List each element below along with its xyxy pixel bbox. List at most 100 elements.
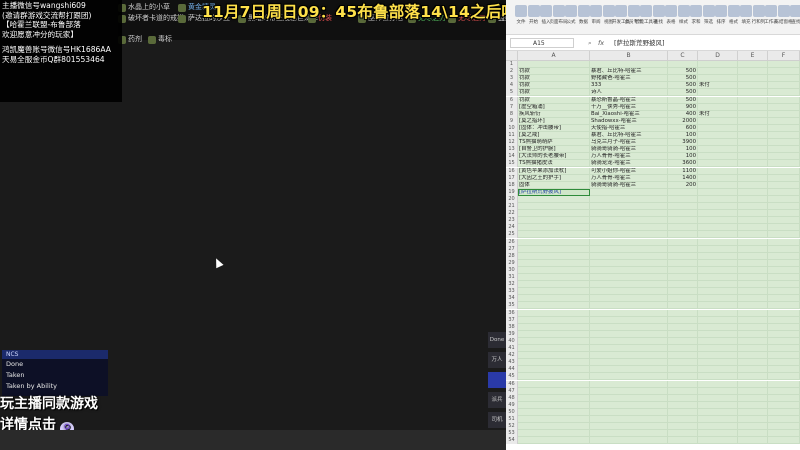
cell[interactable]	[698, 373, 738, 381]
cell[interactable]	[698, 217, 738, 225]
cell[interactable]: [萨拉斯荒野披风]	[518, 188, 590, 196]
cell[interactable]	[698, 359, 738, 367]
row-number[interactable]: 25	[506, 231, 518, 239]
cell[interactable]: 骑骑哥骑骑-哈霍兰	[590, 146, 668, 154]
cell[interactable]	[698, 68, 738, 76]
cell[interactable]	[590, 217, 668, 225]
cell[interactable]	[590, 295, 668, 303]
cell[interactable]	[698, 252, 738, 260]
cell[interactable]: 3900	[668, 139, 698, 147]
row-number[interactable]: 27	[506, 245, 518, 253]
side-button[interactable]: Done	[488, 332, 506, 348]
cell[interactable]: 333	[590, 82, 668, 90]
cell[interactable]	[590, 387, 668, 395]
cell[interactable]	[738, 288, 768, 296]
cell[interactable]	[518, 401, 590, 409]
row-number[interactable]: 34	[506, 295, 518, 303]
row-number[interactable]: 15	[506, 160, 518, 168]
row-number[interactable]: 1	[506, 61, 518, 69]
cell[interactable]	[738, 203, 768, 211]
cell[interactable]	[590, 359, 668, 367]
cell[interactable]	[590, 288, 668, 296]
cell[interactable]	[668, 337, 698, 345]
cell[interactable]	[668, 330, 698, 338]
cell[interactable]	[768, 266, 800, 274]
cell[interactable]	[668, 288, 698, 296]
row-number[interactable]: 23	[506, 217, 518, 225]
cell[interactable]: TS熊猫猪皮法	[518, 160, 590, 168]
cell[interactable]	[590, 401, 668, 409]
cell[interactable]	[518, 210, 590, 218]
cell[interactable]	[668, 266, 698, 274]
cell[interactable]: 1100	[668, 167, 698, 175]
cell[interactable]	[738, 423, 768, 431]
cell[interactable]	[668, 345, 698, 353]
quest-item[interactable]: Taken	[2, 370, 108, 381]
cell[interactable]	[698, 146, 738, 154]
row-number[interactable]: 54	[506, 437, 518, 445]
cell[interactable]	[518, 61, 590, 69]
cell[interactable]: 500	[668, 96, 698, 104]
cell[interactable]	[738, 153, 768, 161]
cell[interactable]	[668, 423, 698, 431]
cell[interactable]	[698, 231, 738, 239]
cell[interactable]	[518, 281, 590, 289]
cell[interactable]	[518, 274, 590, 282]
cell[interactable]: 未付	[698, 110, 738, 118]
row-number[interactable]: 47	[506, 387, 518, 395]
cell[interactable]: 500	[668, 82, 698, 90]
cell[interactable]: [自警卫的护腕]	[518, 146, 590, 154]
cell[interactable]: [固体：冲击腰带]	[518, 124, 590, 132]
cell[interactable]	[698, 394, 738, 402]
cell[interactable]	[738, 188, 768, 196]
cell[interactable]	[698, 345, 738, 353]
cell[interactable]: TS熊猫萌萌萨	[518, 139, 590, 147]
cell[interactable]	[668, 238, 698, 246]
cell[interactable]	[668, 380, 698, 388]
cell[interactable]	[768, 394, 800, 402]
cell[interactable]	[668, 245, 698, 253]
row-number[interactable]: 5	[506, 89, 518, 97]
cell[interactable]: [莫之戒]	[518, 132, 590, 140]
cell[interactable]	[698, 408, 738, 416]
cell[interactable]	[698, 352, 738, 360]
cell[interactable]	[518, 231, 590, 239]
cell[interactable]	[738, 146, 768, 154]
cell[interactable]	[698, 366, 738, 374]
cell[interactable]: 罚款	[518, 96, 590, 104]
cell[interactable]	[738, 245, 768, 253]
cell[interactable]	[768, 96, 800, 104]
cell[interactable]	[768, 401, 800, 409]
toolbar-item[interactable]: 水晶上的小草	[118, 2, 170, 13]
cell[interactable]	[738, 117, 768, 125]
row-number[interactable]: 53	[506, 430, 518, 438]
cell[interactable]	[738, 380, 768, 388]
cell[interactable]	[698, 203, 738, 211]
row-number[interactable]: 22	[506, 210, 518, 218]
cell[interactable]	[768, 288, 800, 296]
cell[interactable]	[668, 373, 698, 381]
cell[interactable]	[768, 387, 800, 395]
cell[interactable]: 600	[668, 124, 698, 132]
cell[interactable]	[768, 153, 800, 161]
row-number[interactable]: 43	[506, 359, 518, 367]
row-number[interactable]: 41	[506, 345, 518, 353]
cell[interactable]	[590, 430, 668, 438]
cell[interactable]	[518, 337, 590, 345]
toolbar-item[interactable]: 破坏者卡道的戒指	[118, 13, 184, 24]
cell[interactable]: 可爱小姐你-哈霍兰	[590, 167, 668, 175]
cell[interactable]	[518, 195, 590, 203]
cell[interactable]	[768, 430, 800, 438]
row-number[interactable]: 31	[506, 274, 518, 282]
cell[interactable]	[698, 117, 738, 125]
cell[interactable]	[698, 323, 738, 331]
cell[interactable]	[590, 274, 668, 282]
row-number[interactable]: 40	[506, 337, 518, 345]
row-number[interactable]: 49	[506, 401, 518, 409]
cell[interactable]	[698, 238, 738, 246]
cell[interactable]: 500	[668, 89, 698, 97]
row-number[interactable]: 26	[506, 238, 518, 246]
cell[interactable]	[768, 337, 800, 345]
cell[interactable]	[768, 380, 800, 388]
cell[interactable]	[768, 210, 800, 218]
